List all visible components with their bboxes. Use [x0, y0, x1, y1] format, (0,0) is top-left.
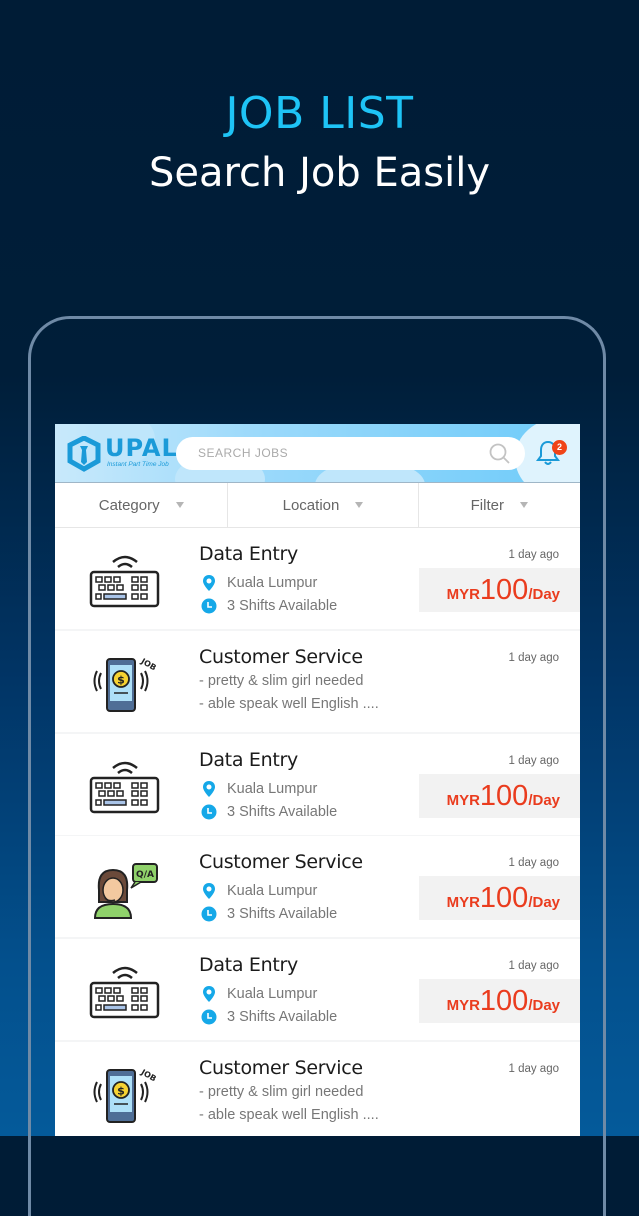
- keyboard-icon: [89, 761, 160, 813]
- job-posted-time: 1 day ago: [508, 549, 559, 561]
- filter-bar: Category Location Filter: [55, 482, 580, 528]
- phone-money-icon: $ JOB: [93, 656, 158, 712]
- job-shifts: 3 Shifts Available: [201, 597, 337, 615]
- shifts-text: 3 Shifts Available: [227, 906, 338, 923]
- keyboard-icon: [89, 555, 160, 608]
- job-card[interactable]: $ JOB Customer Service 1 day ago - prett…: [55, 630, 580, 732]
- app-header: UPAL Instant Part Time Job 2: [55, 424, 580, 482]
- job-posted-time: 1 day ago: [508, 857, 559, 870]
- job-pay-rate: MYR 100 /Day: [419, 979, 580, 1024]
- svg-text:JOB: JOB: [139, 1067, 158, 1083]
- clock-icon: [201, 906, 217, 922]
- svg-text:Q/A: Q/A: [136, 870, 154, 880]
- location-text: Kuala Lumpur: [227, 986, 318, 1003]
- category-dropdown[interactable]: Category: [55, 483, 229, 527]
- filter-dropdown[interactable]: Filter: [419, 483, 580, 527]
- category-label: Category: [98, 496, 160, 514]
- job-location: Kuala Lumpur: [201, 882, 317, 900]
- job-posted-time: 1 day ago: [508, 651, 559, 664]
- pay-amount: 100: [479, 882, 529, 915]
- app-screen: UPAL Instant Part Time Job 2 Category Lo…: [55, 424, 580, 1136]
- job-list: Data Entry 1 day ago Kuala Lumpur 3 Shif…: [55, 528, 580, 1136]
- clock-icon: [201, 598, 217, 614]
- search-input[interactable]: [196, 445, 480, 461]
- upal-logo[interactable]: UPAL Instant Part Time Job: [67, 434, 177, 472]
- svg-text:JOB: JOB: [139, 656, 158, 672]
- job-shifts: 3 Shifts Available: [201, 1008, 337, 1026]
- search-icon[interactable]: [489, 443, 511, 465]
- pay-currency: MYR: [446, 586, 480, 603]
- logo-text: UPAL: [105, 434, 178, 462]
- location-pin-icon: [203, 575, 215, 591]
- job-card[interactable]: Data Entry 1 day ago Kuala Lumpur 3 Shif…: [55, 528, 580, 629]
- pay-amount: 100: [479, 779, 529, 812]
- job-location: Kuala Lumpur: [201, 574, 317, 592]
- location-text: Kuala Lumpur: [227, 780, 318, 797]
- pay-period: /Day: [528, 791, 560, 809]
- clock-icon: [201, 804, 217, 820]
- job-card[interactable]: Q/A Customer Service 1 day ago Kuala Lum…: [55, 836, 580, 938]
- pay-period: /Day: [528, 586, 560, 603]
- location-pin-icon: [203, 986, 215, 1003]
- job-posted-time: 1 day ago: [508, 754, 559, 767]
- pay-currency: MYR: [446, 997, 480, 1015]
- job-title: Data Entry: [199, 543, 298, 565]
- job-title: Customer Service: [199, 851, 363, 874]
- hero-subtitle: Search Job Easily: [148, 150, 491, 196]
- job-pay-rate: MYR 100 /Day: [419, 568, 580, 612]
- location-text: Kuala Lumpur: [227, 883, 318, 900]
- job-title: Customer Service: [199, 645, 363, 668]
- support-agent-icon: Q/A: [93, 863, 158, 920]
- job-title: Data Entry: [199, 748, 298, 771]
- job-pay-rate: MYR 100 /Day: [419, 773, 580, 818]
- location-label: Location: [282, 496, 340, 514]
- notification-badge: 2: [552, 440, 567, 455]
- job-posted-time: 1 day ago: [508, 1062, 559, 1075]
- logo-tagline: Instant Part Time Job: [107, 461, 169, 468]
- pay-currency: MYR: [446, 791, 480, 809]
- keyboard-icon: [89, 966, 160, 1019]
- pay-amount: 100: [479, 574, 529, 606]
- job-title: Customer Service: [199, 1056, 363, 1079]
- job-description-line: - able speak well English ....: [199, 1106, 379, 1123]
- job-card[interactable]: Data Entry 1 day ago Kuala Lumpur 3 Shif…: [55, 939, 580, 1041]
- location-dropdown[interactable]: Location: [228, 483, 419, 527]
- phone-money-icon: $ JOB: [93, 1067, 158, 1123]
- caret-down-icon: [519, 502, 528, 508]
- location-pin-icon: [203, 883, 215, 900]
- pay-period: /Day: [528, 997, 560, 1015]
- shifts-text: 3 Shifts Available: [227, 598, 338, 614]
- job-description-line: - pretty & slim girl needed: [199, 1083, 364, 1100]
- pay-period: /Day: [528, 894, 560, 912]
- job-pay-rate: MYR 100 /Day: [419, 876, 580, 921]
- job-posted-time: 1 day ago: [508, 960, 559, 973]
- job-location: Kuala Lumpur: [201, 985, 317, 1003]
- job-description-line: - pretty & slim girl needed: [199, 672, 364, 689]
- search-bar[interactable]: [176, 437, 525, 470]
- filter-label: Filter: [470, 496, 504, 514]
- svg-text:$: $: [117, 1084, 125, 1097]
- job-card[interactable]: $ JOB Customer Service 1 day ago - prett…: [55, 1041, 580, 1136]
- shifts-text: 3 Shifts Available: [227, 803, 338, 820]
- caret-down-icon: [355, 502, 364, 508]
- shifts-text: 3 Shifts Available: [227, 1009, 338, 1026]
- job-description-line: - able speak well English ....: [199, 695, 379, 712]
- pay-currency: MYR: [446, 894, 480, 912]
- location-text: Kuala Lumpur: [227, 575, 318, 591]
- logo-shield-icon: [67, 436, 101, 472]
- job-card[interactable]: Data Entry 1 day ago Kuala Lumpur 3 Shif…: [55, 733, 580, 835]
- svg-text:$: $: [117, 673, 125, 686]
- hero-title: JOB LIST: [225, 88, 414, 139]
- job-location: Kuala Lumpur: [201, 780, 317, 798]
- location-pin-icon: [203, 780, 215, 797]
- job-title: Data Entry: [199, 954, 298, 977]
- caret-down-icon: [175, 502, 184, 508]
- job-shifts: 3 Shifts Available: [201, 803, 337, 821]
- job-shifts: 3 Shifts Available: [201, 905, 337, 923]
- pay-amount: 100: [479, 985, 529, 1018]
- clock-icon: [201, 1009, 217, 1025]
